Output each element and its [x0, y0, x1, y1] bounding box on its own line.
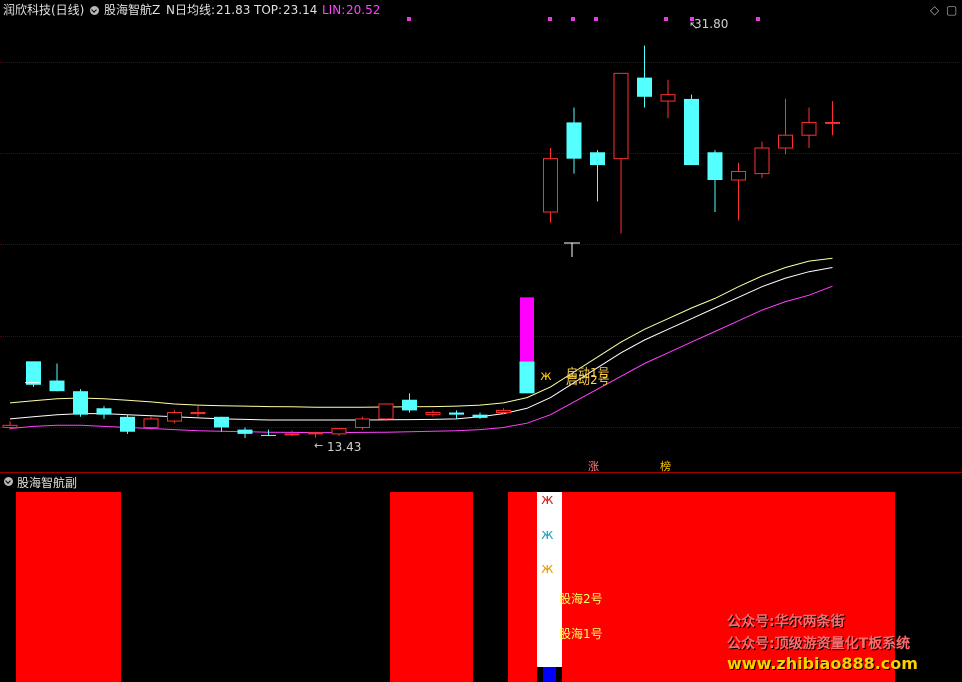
high-price-arrow-icon: ↖	[689, 19, 699, 32]
sub-red-block	[508, 492, 537, 682]
signal-bar	[520, 297, 534, 362]
butterfly-icon-cyan: ж	[541, 527, 554, 543]
candle-body-down	[73, 391, 88, 415]
sub-panel-title: 股海智航副	[17, 476, 78, 490]
candle-body-up	[778, 134, 793, 149]
candle-body-up	[425, 412, 441, 416]
lin-line	[9, 285, 833, 434]
candle-body-down	[472, 414, 488, 418]
sub-red-block	[16, 492, 121, 682]
watermark-line-3: www.zhibiao888.com	[727, 654, 918, 673]
sub-indicator-chevron-icon[interactable]	[4, 477, 13, 486]
candle-body-down	[402, 399, 417, 411]
butterfly-icon-red: ж	[541, 492, 554, 508]
candle-body-up	[308, 432, 323, 435]
sub-blue-block	[543, 667, 556, 682]
top-line	[9, 267, 833, 421]
top-signal-dot	[756, 17, 760, 21]
low-price-arrow-icon: ←	[314, 439, 324, 452]
high-price-label: 31.80	[694, 17, 729, 31]
tag-board: 榜	[660, 460, 671, 473]
candle-body-down	[519, 361, 535, 394]
top-signal-dot	[407, 17, 411, 21]
candle-body-down	[26, 361, 41, 385]
candle-body-down	[261, 434, 276, 436]
candle-body-up	[496, 409, 511, 414]
candle-body-up	[613, 72, 629, 160]
top-signal-dot	[594, 17, 598, 21]
watermark-line-2: 公众号:顶级游资量化T板系统	[727, 636, 911, 652]
candle-body-up	[355, 418, 370, 428]
candle-body-down	[566, 122, 582, 159]
candle-body-up	[331, 428, 347, 435]
sub-label-2: 股海2号	[559, 592, 603, 606]
candle-body-down	[96, 408, 112, 415]
candle-body-down	[120, 416, 135, 432]
candle-body-down	[684, 98, 699, 166]
panel-divider[interactable]	[0, 472, 962, 473]
candlestick-chart[interactable]	[0, 0, 962, 472]
candle-body-up	[660, 94, 676, 102]
candle-body-down	[637, 77, 652, 97]
candle-body-up	[754, 147, 770, 175]
candle-body-up	[731, 170, 746, 181]
candle-body-down	[707, 152, 723, 180]
candle-body-up	[801, 121, 817, 136]
candle-body-down	[49, 380, 65, 392]
candle-body-up	[2, 424, 18, 428]
sub-red-block	[390, 492, 473, 682]
candle-body-up	[190, 412, 206, 415]
candle-body-up	[143, 418, 159, 428]
ma-line	[9, 257, 833, 408]
candle-body-up	[378, 403, 394, 420]
tag-rise: 涨	[588, 460, 599, 473]
candle-body-down	[214, 416, 229, 428]
candle-body-down	[449, 412, 464, 415]
butterfly-icon: ж	[540, 369, 552, 384]
candle-body-up	[284, 433, 300, 436]
candle-body-down	[237, 429, 253, 434]
candle-body-up	[543, 158, 558, 213]
top-signal-dot	[548, 17, 552, 21]
butterfly-icon-gold: ж	[541, 561, 554, 577]
low-price-label: 13.43	[327, 440, 362, 454]
candle-body-up	[825, 121, 840, 124]
signal-label-2: 启动2号	[566, 373, 610, 387]
top-signal-dot	[664, 17, 668, 21]
top-signal-dot	[571, 17, 575, 21]
candle-body-up	[167, 412, 182, 422]
watermark-line-1: 公众号:华尔两条街	[727, 614, 845, 630]
sub-label-1: 股海1号	[559, 627, 603, 641]
candle-body-down	[590, 152, 605, 166]
